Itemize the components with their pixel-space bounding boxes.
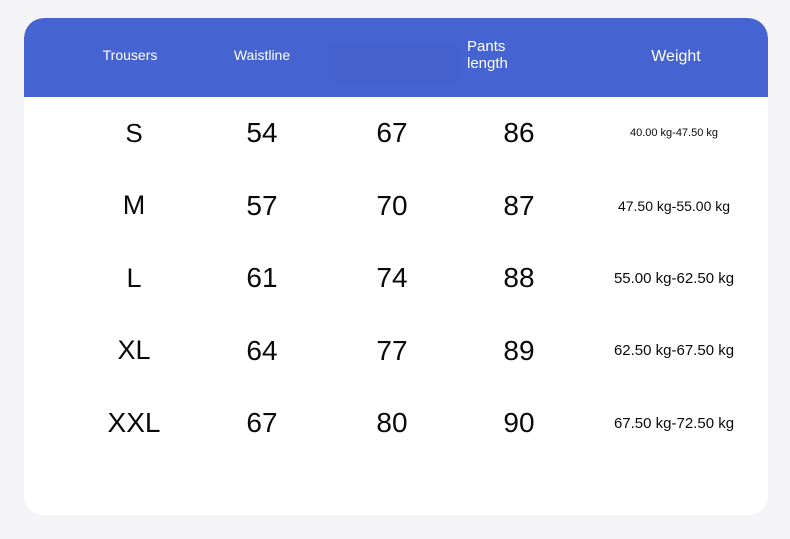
cell-pants-length: 90	[503, 407, 535, 439]
size-chart-body: S 54 67 86 40.00 kg-47.50 kg M 57 70 87 …	[24, 97, 768, 515]
table-row: M 57 70 87 47.50 kg-55.00 kg	[24, 170, 768, 243]
cell-waistline: 64	[246, 334, 278, 366]
cell-pants-length: 88	[503, 262, 535, 294]
column-header-waistline: Waistline	[233, 47, 291, 63]
cell-hip: 67	[376, 117, 408, 149]
cell-size: XL	[117, 335, 151, 366]
cell-pants-length: 87	[503, 189, 535, 221]
column-header-trousers: Trousers	[102, 47, 158, 63]
size-chart-header-row: Trousers Waistline Pants length Weight	[24, 18, 768, 97]
table-row: XXL 67 80 90 67.50 kg-72.50 kg	[24, 387, 768, 460]
table-row: XL 64 77 89 62.50 kg-67.50 kg	[24, 315, 768, 388]
cell-waistline: 67	[246, 407, 278, 439]
cell-weight: 62.50 kg-67.50 kg	[613, 342, 735, 360]
cell-weight: 40.00 kg-47.50 kg	[629, 127, 719, 140]
cell-hip: 74	[376, 262, 408, 294]
cell-weight: 47.50 kg-55.00 kg	[617, 197, 731, 214]
cell-waistline: 61	[246, 262, 278, 294]
cell-waistline: 54	[246, 117, 278, 149]
column-header-weight: Weight	[651, 48, 701, 65]
cell-weight: 67.50 kg-72.50 kg	[613, 414, 735, 432]
cell-pants-length: 86	[503, 117, 535, 149]
cell-hip: 77	[376, 334, 408, 366]
size-chart-card: Trousers Waistline Pants length Weight S…	[24, 18, 768, 515]
cell-pants-length: 89	[503, 334, 535, 366]
table-row: S 54 67 86 40.00 kg-47.50 kg	[24, 97, 768, 170]
table-row: L 61 74 88 55.00 kg-62.50 kg	[24, 242, 768, 315]
column-header-pants-length: Pants length	[467, 38, 508, 72]
cell-size: S	[125, 117, 143, 148]
cell-size: M	[122, 190, 146, 221]
cell-hip: 70	[376, 189, 408, 221]
cell-weight: 55.00 kg-62.50 kg	[613, 269, 735, 287]
cell-waistline: 57	[246, 189, 278, 221]
column-header-blank	[329, 46, 459, 80]
cell-size: L	[126, 262, 142, 293]
cell-hip: 80	[376, 407, 408, 439]
cell-size: XXL	[107, 407, 161, 439]
